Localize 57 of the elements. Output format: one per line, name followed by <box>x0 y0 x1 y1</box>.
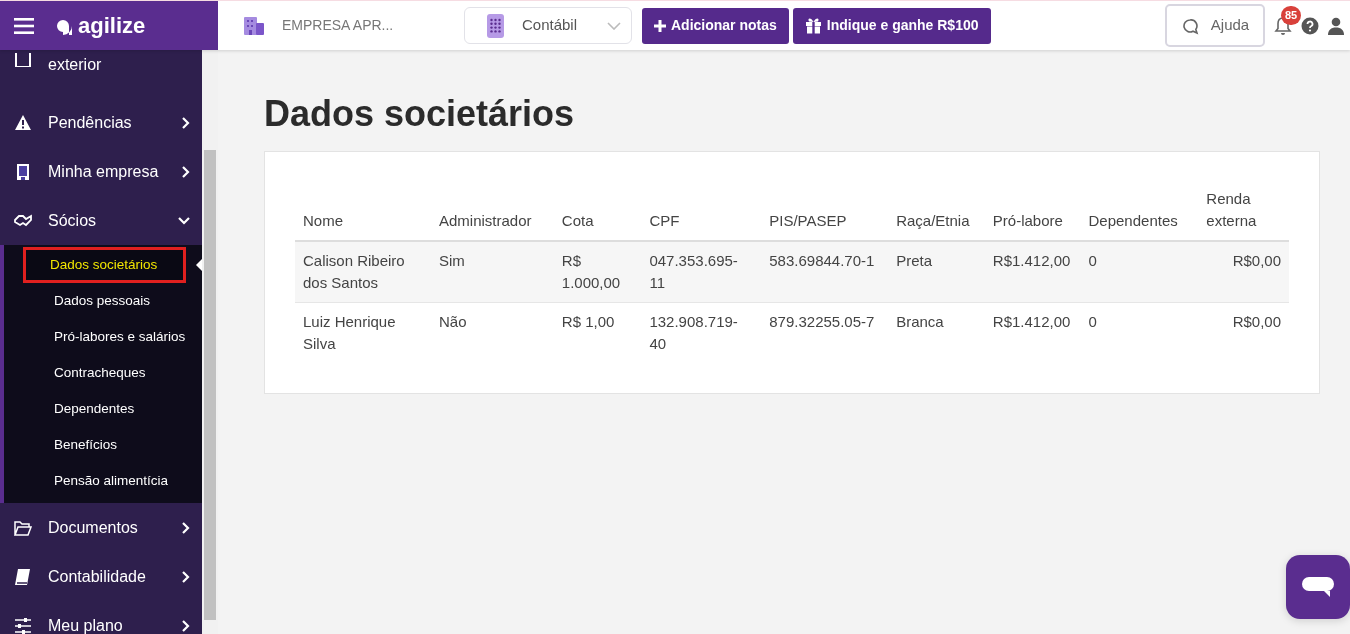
warning-icon <box>14 113 32 132</box>
submenu-item[interactable]: Pensão alimentícia <box>4 463 202 499</box>
help-icon[interactable] <box>1301 16 1319 35</box>
sidebar-item[interactable]: Pendências <box>0 98 202 147</box>
building-icon <box>244 16 264 35</box>
company-name: EMPRESA APR... <box>282 16 394 35</box>
submenu-item[interactable]: Contracheques <box>4 355 202 391</box>
module-dropdown[interactable]: Contábil <box>464 7 632 44</box>
company-selector[interactable]: EMPRESA APR... <box>244 1 414 50</box>
sidebar-item[interactable]: Meu plano <box>0 601 202 634</box>
submenu-item[interactable]: Benefícios <box>4 427 202 463</box>
table-cell: 132.908.719-40 <box>641 302 762 364</box>
sidebar-item[interactable]: Documentos <box>0 503 202 552</box>
sidebar-item[interactable]: Minha empresa <box>0 147 202 196</box>
table-cell: R$ 1.000,00 <box>553 241 642 303</box>
brand-name: agilize <box>78 12 146 40</box>
folder-icon <box>14 518 32 537</box>
table-cell: Calison Ribeiro dos Santos <box>295 241 431 303</box>
chat-icon <box>1180 16 1199 35</box>
sidebar-item[interactable]: Sócios <box>0 196 202 245</box>
table-cell: R$1.412,00 <box>984 302 1081 364</box>
table-cell: Preta <box>888 241 985 303</box>
table-cell: 0 <box>1080 241 1199 303</box>
chat-icon <box>1300 575 1336 599</box>
table-cell: Branca <box>888 302 985 364</box>
submenu-item[interactable]: Pró-labores e salários <box>4 319 202 355</box>
building-icon <box>14 162 32 181</box>
table-cell: Sim <box>430 241 554 303</box>
table-cell: 0 <box>1080 302 1199 364</box>
referral-button[interactable]: Indique e ganhe R$100 <box>792 7 991 44</box>
table-cell: 879.32255.05-7 <box>761 302 889 364</box>
sidebar-item[interactable]: exterior <box>0 50 202 98</box>
submenu-item[interactable]: Dados societários <box>23 247 186 283</box>
table-cell: 047.353.695-11 <box>641 241 762 303</box>
sliders-icon <box>14 616 32 634</box>
page-title: Dados societários <box>264 92 576 136</box>
sidebar-item[interactable]: Contabilidade <box>0 552 202 601</box>
help-button[interactable]: Ajuda <box>1165 4 1265 47</box>
table-cell: R$0,00 <box>1198 302 1289 364</box>
submenu-item[interactable]: Dependentes <box>4 391 202 427</box>
submenu-item[interactable]: Dados pessoais <box>4 283 202 319</box>
grid-icon <box>487 13 504 38</box>
chevron-down-icon <box>607 21 621 30</box>
plus-icon <box>654 19 666 32</box>
book-icon <box>14 567 32 586</box>
chat-button[interactable] <box>1286 555 1350 619</box>
gift-icon <box>804 17 822 34</box>
table-cell: Não <box>430 302 554 364</box>
user-icon[interactable] <box>1328 16 1344 35</box>
table-cell: R$1.412,00 <box>984 241 1081 303</box>
add-notes-button[interactable]: Adicionar notas <box>642 7 789 44</box>
table-cell: 583.69844.70-1 <box>761 241 889 303</box>
notification-count: 85 <box>1281 6 1302 25</box>
table-cell: R$ 1,00 <box>553 302 642 364</box>
table-cell: R$0,00 <box>1198 241 1289 303</box>
table-cell: Luiz Henrique Silva <box>295 302 431 364</box>
menu-icon[interactable] <box>14 17 34 34</box>
